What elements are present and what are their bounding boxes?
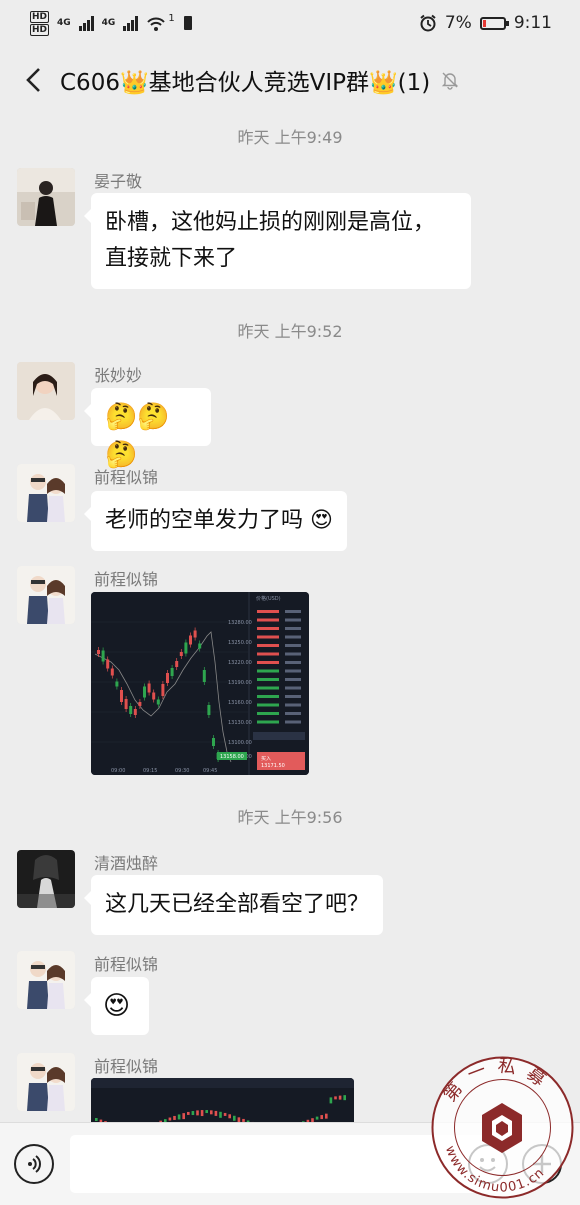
timestamp: 昨天 上午9:56 — [237, 808, 343, 827]
avatar[interactable] — [17, 566, 75, 624]
avatar[interactable] — [17, 362, 75, 420]
price-label: 13100.00 — [228, 740, 252, 746]
price-label: 13220.00 — [228, 660, 252, 666]
price-label: 13280.00 — [228, 620, 252, 626]
price-label: 13190.00 — [228, 680, 252, 686]
message-bubble[interactable]: 卧槽，这他妈止损的刚刚是高位， 直接就下来了 — [84, 193, 471, 289]
time-label: 09:30 — [175, 768, 189, 774]
avatar[interactable] — [17, 951, 75, 1009]
bell-off-icon — [442, 72, 459, 90]
chat-area[interactable]: 昨天 上午9:49 晏子敬 卧槽，这他妈止损的刚刚是高位， 直接就下来了 昨天 … — [0, 110, 580, 1122]
sim-icon — [183, 16, 192, 30]
sender-name: 前程似锦 — [94, 468, 159, 487]
message-bubble[interactable]: 🤔🤔🤔 — [84, 388, 211, 470]
status-bar: HD HD 4G 4G 1 7% 9:11 — [0, 0, 580, 46]
chat-header: C606👑基地合伙人竞选VIP群👑(1) — [0, 50, 580, 110]
sender-name: 张妙妙 — [94, 366, 143, 385]
price-label: 13250.00 — [228, 640, 252, 646]
buy-price: 13171.50 — [261, 763, 285, 769]
price-label: 13130.00 — [228, 720, 252, 726]
message-text: 直接就下来了 — [105, 246, 238, 271]
time-label: 09:00 — [111, 768, 125, 774]
alarm-icon — [420, 14, 436, 32]
back-button[interactable] — [18, 65, 48, 95]
network-label: 4G — [57, 18, 71, 28]
sender-name: 清酒烛醉 — [94, 854, 159, 873]
signal-icon — [78, 15, 94, 31]
chart-screenshot-image: 13280.00 13250.00 13220.00 13190.00 1316… — [91, 592, 309, 775]
voice-button[interactable] — [14, 1144, 54, 1184]
avatar[interactable] — [17, 1053, 75, 1111]
wifi-badge: 1 — [168, 12, 175, 24]
battery-percent: 7% — [444, 13, 472, 33]
sender-name: 前程似锦 — [94, 570, 159, 589]
signal-icon — [123, 15, 139, 31]
sender-name: 晏子敬 — [94, 172, 143, 191]
avatar[interactable] — [17, 464, 75, 522]
heart-eyes-emoji-icon: 😍 — [310, 508, 333, 533]
last-price: 13158.00 — [220, 754, 244, 760]
image-message[interactable]: 13280.00 13250.00 13220.00 13190.00 1316… — [91, 592, 309, 775]
watermark-logo: 第一私募 www.simu001.cn — [431, 1055, 574, 1199]
time-label: 09:15 — [143, 768, 157, 774]
clock: 9:11 — [513, 13, 552, 33]
avatar[interactable] — [17, 850, 75, 908]
timestamp: 昨天 上午9:49 — [237, 128, 343, 147]
chart-screenshot-image — [91, 1078, 354, 1122]
avatar[interactable] — [17, 168, 75, 226]
time-label: 09:45 — [203, 768, 217, 774]
chevron-left-icon — [26, 68, 40, 92]
emoji-text: 😍 — [103, 991, 131, 1021]
emoji-text: 🤔🤔🤔 — [105, 402, 170, 470]
image-message[interactable] — [91, 1078, 354, 1122]
sender-name: 前程似锦 — [94, 955, 159, 974]
sender-name: 前程似锦 — [94, 1057, 159, 1076]
battery-icon — [479, 16, 509, 30]
hd-badge: HD — [30, 23, 50, 36]
buy-label: 买入 — [261, 755, 271, 762]
message-text: 这几天已经全部看空了吧？ — [105, 892, 370, 917]
timestamp: 昨天 上午9:52 — [237, 322, 343, 341]
wifi-icon — [147, 17, 166, 31]
chat-title: C606👑基地合伙人竞选VIP群👑(1) — [60, 70, 431, 96]
hd-badge: HD — [30, 10, 50, 23]
message-bubble[interactable]: 这几天已经全部看空了吧？ — [83, 875, 384, 935]
voice-icon — [28, 1155, 41, 1173]
message-text: 老师的空单发力了吗 — [105, 508, 304, 533]
network-label: 4G — [101, 18, 116, 28]
order-book-header: 价格(USD) — [256, 595, 281, 602]
price-label: 13160.00 — [228, 700, 252, 706]
message-text: 卧槽，这他妈止损的刚刚是高位， — [105, 210, 436, 235]
message-bubble[interactable]: 😍 — [84, 977, 149, 1035]
message-bubble[interactable]: 老师的空单发力了吗 😍 — [84, 491, 347, 551]
